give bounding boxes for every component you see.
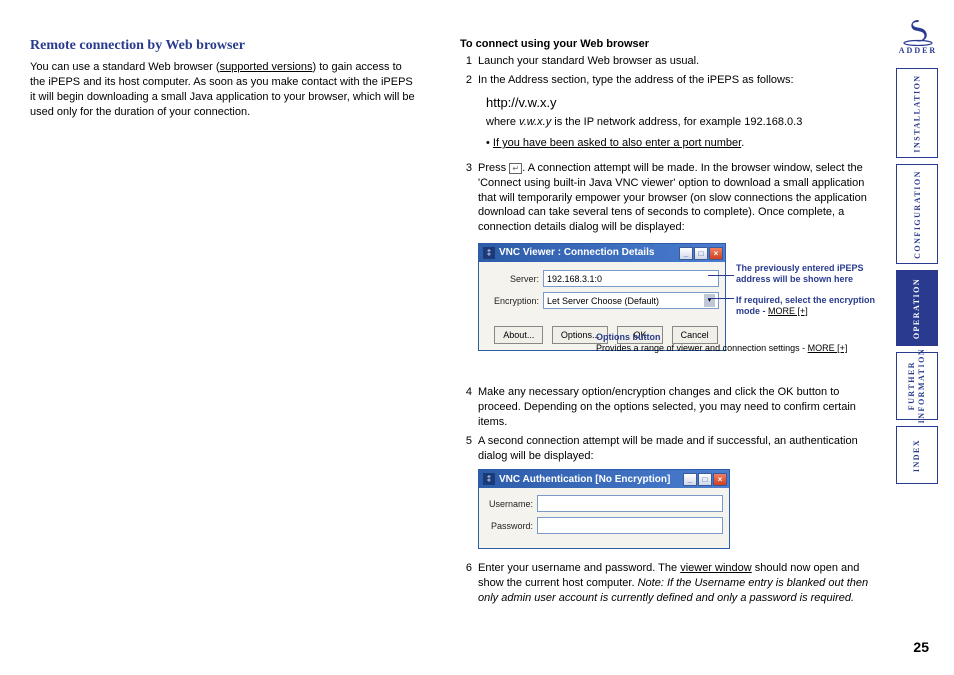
server-row: Server: [485, 270, 719, 287]
step-4: 4 Make any necessary option/encryption c… [460, 385, 870, 430]
step-num-6: 6 [460, 561, 478, 606]
callout-options-desc: Provides a range of viewer and connectio… [596, 342, 896, 354]
sidebar-nav: INSTALLATION CONFIGURATION OPERATION FUR… [896, 68, 938, 484]
options-more-link[interactable]: MORE [+] [808, 343, 848, 353]
step-1: 1 Launch your standard Web browser as us… [460, 54, 870, 69]
server-input[interactable] [543, 270, 719, 287]
encryption-select[interactable]: Let Server Choose (Default) ▾ [543, 292, 719, 309]
step-3b: . A connection attempt will be made. In … [478, 162, 867, 233]
step-3-body: Press ↵. A connection attempt will be ma… [478, 161, 870, 381]
dialog1-titlebar: ‡ VNC Viewer : Connection Details _ □ × [479, 244, 725, 262]
tab-operation[interactable]: OPERATION [896, 270, 938, 346]
vnc-auth-dialog: ‡ VNC Authentication [No Encryption] _ □… [478, 469, 730, 549]
username-label: Username: [485, 498, 537, 510]
step-num-3: 3 [460, 161, 478, 381]
dialog1-wrapper: ‡ VNC Viewer : Connection Details _ □ × … [478, 243, 870, 351]
where-a: where [486, 116, 519, 128]
content-area: Remote connection by Web browser You can… [30, 38, 870, 610]
adder-logo: ADDER [896, 18, 940, 55]
encryption-label: Encryption: [485, 295, 543, 307]
password-input[interactable] [537, 517, 723, 534]
callout-server: The previously entered iPEPS address wil… [736, 263, 886, 285]
about-button[interactable]: About... [494, 326, 543, 344]
password-row: Password: [485, 517, 723, 534]
tab-further-info-label: FURTHER INFORMATION [907, 348, 926, 423]
server-label: Server: [485, 273, 543, 285]
close-button-2[interactable]: × [713, 473, 727, 486]
dialog2-body: Username: Password: [479, 488, 729, 548]
callout-encryption: If required, select the encryption mode … [736, 295, 886, 317]
step-6a: Enter your username and password. The [478, 562, 680, 574]
supported-versions-link[interactable]: supported versions [220, 61, 313, 73]
dialog2-titlebar: ‡ VNC Authentication [No Encryption] _ □… [479, 470, 729, 488]
address-example: http://v.w.x.y [486, 94, 870, 112]
tab-further-info[interactable]: FURTHER INFORMATION [896, 352, 938, 420]
intro-text-a: You can use a standard Web browser ( [30, 61, 220, 73]
close-button[interactable]: × [709, 247, 723, 260]
minimize-button-2[interactable]: _ [683, 473, 697, 486]
tab-configuration[interactable]: CONFIGURATION [896, 164, 938, 264]
steps-heading: To connect using your Web browser [460, 38, 870, 50]
tab-installation[interactable]: INSTALLATION [896, 68, 938, 158]
encryption-more-link[interactable]: MORE [+] [768, 306, 808, 316]
intro-paragraph: You can use a standard Web browser (supp… [30, 60, 420, 119]
step-4-body: Make any necessary option/encryption cha… [478, 385, 870, 430]
port-number-link[interactable]: If you have been asked to also enter a p… [493, 137, 741, 149]
step-2-body: In the Address section, type the address… [478, 73, 870, 157]
where-b: is the IP network address, for example 1… [551, 116, 802, 128]
dialog2-title: VNC Authentication [No Encryption] [499, 473, 682, 487]
minimize-button[interactable]: _ [679, 247, 693, 260]
tab-index[interactable]: INDEX [896, 426, 938, 484]
left-column: Remote connection by Web browser You can… [30, 38, 420, 610]
step-5: 5 A second connection attempt will be ma… [460, 434, 870, 558]
tab-operation-label: OPERATION [913, 277, 922, 338]
app-icon-2: ‡ [483, 473, 495, 485]
step-num-2: 2 [460, 73, 478, 157]
maximize-button[interactable]: □ [694, 247, 708, 260]
right-column: To connect using your Web browser 1 Laun… [460, 38, 870, 610]
tab-index-label: INDEX [913, 438, 922, 471]
leader-line-1 [708, 275, 734, 276]
step-3: 3 Press ↵. A connection attempt will be … [460, 161, 870, 381]
enter-key-icon: ↵ [509, 163, 522, 174]
step-3a: Press [478, 162, 509, 174]
section-heading: Remote connection by Web browser [30, 38, 420, 54]
further-line1: FURTHER [907, 361, 916, 410]
dropdown-arrow-icon: ▾ [704, 294, 715, 307]
viewer-window-link[interactable]: viewer window [680, 562, 752, 574]
step-6: 6 Enter your username and password. The … [460, 561, 870, 606]
step-num-1: 1 [460, 54, 478, 69]
where-ip: v.w.x.y [519, 116, 551, 128]
username-input[interactable] [537, 495, 723, 512]
port-bullet: • If you have been asked to also enter a… [486, 136, 870, 151]
step-num-4: 4 [460, 385, 478, 430]
step-5-body: A second connection attempt will be made… [478, 434, 870, 558]
tab-installation-label: INSTALLATION [913, 74, 922, 152]
leader-line-2 [708, 298, 734, 299]
encryption-row: Encryption: Let Server Choose (Default) … [485, 292, 719, 309]
dialog1-title: VNC Viewer : Connection Details [499, 246, 678, 260]
dialog1-body: Server: Encryption: Let Server Choose (D… [479, 262, 725, 322]
step-5-text: A second connection attempt will be made… [478, 435, 858, 462]
step-2-text: In the Address section, type the address… [478, 74, 794, 86]
app-icon: ‡ [483, 247, 495, 259]
step-1-body: Launch your standard Web browser as usua… [478, 54, 870, 69]
where-line: where v.w.x.y is the IP network address,… [486, 115, 870, 130]
tab-configuration-label: CONFIGURATION [913, 170, 922, 259]
step-2: 2 In the Address section, type the addre… [460, 73, 870, 157]
further-line2: INFORMATION [917, 348, 926, 423]
page-number: 25 [913, 639, 929, 655]
step-num-5: 5 [460, 434, 478, 558]
password-label: Password: [485, 520, 537, 532]
callout-options-text: Provides a range of viewer and connectio… [596, 343, 808, 353]
encryption-value: Let Server Choose (Default) [547, 295, 659, 307]
maximize-button-2[interactable]: □ [698, 473, 712, 486]
snake-icon [901, 18, 935, 46]
logo-text: ADDER [896, 46, 940, 55]
step-6-body: Enter your username and password. The vi… [478, 561, 870, 606]
username-row: Username: [485, 495, 723, 512]
